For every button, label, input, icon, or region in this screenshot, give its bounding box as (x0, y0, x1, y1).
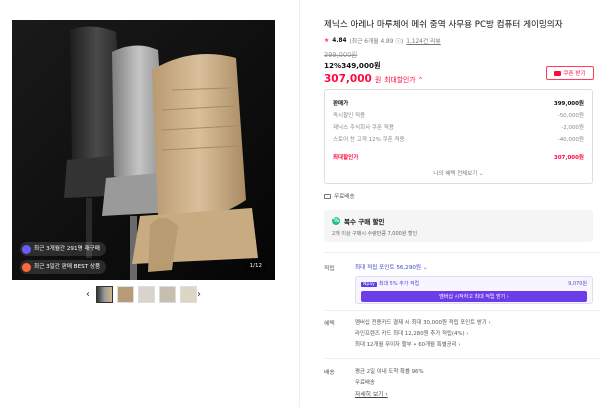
price-row-label: 스토어 찬 고객 12% 쿠폰 적용 (333, 137, 405, 143)
original-price: 399,000원 (324, 51, 358, 59)
discount-icon: % (332, 217, 340, 225)
coupon-button[interactable]: 쿠폰 받기 (546, 66, 594, 80)
divider (324, 310, 600, 311)
divider (324, 358, 600, 359)
product-info: 제닉스 아레나 마루체어 메쉬 중역 사무용 PC방 컴퓨터 게이밍의자 ★ 4… (311, 0, 600, 407)
star-icon: ★ (324, 37, 330, 44)
final-price-toggle[interactable]: 최대할인가 ⌃ (384, 74, 423, 84)
multi-buy-sub: 2개 이상 구매시 수량만큼 7,000원 할인 (332, 231, 418, 237)
discount-price: 12%349,000원 (324, 61, 381, 70)
price-row-label: 판매가 (333, 101, 349, 107)
rating-row: ★ 4.84 (최근 6개월 4.89 ⓘ) 1,124건 리뷰 (324, 36, 441, 46)
membership-text: 최대 5% 추가 적립 (378, 280, 420, 287)
product-title: 제닉스 아레나 마루체어 메쉬 중역 사무용 PC방 컴퓨터 게이밍의자 (324, 20, 563, 30)
rating-detail[interactable]: (최근 6개월 4.89 ⓘ) (350, 36, 404, 45)
membership-value: 9,070원 (568, 280, 587, 287)
membership-text-wrap: Npay 최대 5% 추가 적립 (361, 280, 419, 287)
price-row-label: 즉시할인 적용 (333, 113, 366, 119)
final-price: 307,000 원 최대할인가 ⌃ (324, 73, 423, 85)
prev-arrow-icon[interactable]: ‹ (86, 289, 90, 300)
price-row: 판매가 399,000원 (333, 97, 584, 109)
price-row-value: -2,000원 (561, 125, 584, 131)
best-seller-badge: 최근 3일간 판매 BEST 상품 (20, 260, 107, 274)
image-counter: 1/12 (244, 261, 267, 272)
thumbnail[interactable] (159, 286, 176, 303)
price-row: 스토어 찬 고객 12% 쿠폰 적용 -40,000원 (333, 133, 584, 145)
delivery-line: 평균 2일 이내 도착 확률 96% (355, 369, 424, 375)
delivery-free: 무료배송 (355, 380, 375, 386)
final-price-value: 307,000 (324, 73, 372, 85)
final-price-unit: 원 (374, 76, 382, 84)
next-arrow-icon[interactable]: › (197, 289, 201, 300)
price-row-value: -50,000원 (557, 113, 584, 119)
delivery-details-link[interactable]: 자세히 보기 › (355, 389, 388, 398)
delivery-label: 배송 (324, 370, 335, 376)
best-seller-text: 최근 3일간 판매 BEST 상품 (34, 264, 101, 270)
truck-icon (324, 193, 331, 199)
rating-score: 4.84 (332, 37, 347, 44)
price-row-value: 399,000원 (553, 101, 584, 107)
badge-dot-icon (22, 244, 31, 254)
total-value: 307,000원 (553, 155, 584, 161)
price-row: 즉시할인 적용 -50,000원 (333, 109, 584, 121)
total-label: 최대할인가 (333, 155, 359, 161)
thumbnail[interactable] (117, 286, 134, 303)
coupon-icon (554, 70, 562, 76)
chair-image (12, 20, 275, 280)
benefit-line[interactable]: 라인프렌즈 카드 최대 12,280원 추가 적립(4%) › (355, 329, 469, 337)
benefit-line[interactable]: 멤버십 전용카드 결제 시 최대 30,000원 적립 포인트 받기 › (355, 318, 491, 326)
repurchase-badge: 최근 3개월간 291명 재구매 (20, 242, 106, 256)
coupon-label: 쿠폰 받기 (563, 71, 586, 77)
benefit-line[interactable]: 최대 12개월 무이자 할부 • 60개월 특별공리 › (355, 340, 460, 348)
shipping-note-text: 무료배송 (334, 194, 355, 200)
product-photo[interactable]: 최근 3개월간 291명 재구매 최근 3일간 판매 BEST 상품 1/12 (12, 20, 275, 280)
npay-tag: Npay (361, 281, 377, 287)
thumbnail[interactable] (180, 286, 197, 303)
multi-buy-box: % 복수 구매 할인 2개 이상 구매시 수량만큼 7,000원 할인 (324, 210, 593, 242)
badge-dot-icon (22, 262, 31, 272)
membership-top: Npay 최대 5% 추가 적립 9,070원 (356, 277, 592, 289)
points-line[interactable]: 최대 적립 포인트 56,290원 ⌄ (355, 263, 428, 271)
divider (324, 252, 600, 253)
thumbnail[interactable] (138, 286, 155, 303)
price-row-value: -40,000원 (557, 137, 584, 143)
benefits-label: 혜택 (324, 321, 335, 327)
review-count-link[interactable]: 1,124건 리뷰 (406, 36, 440, 45)
total-row: 최대할인가 307,000원 (333, 151, 584, 163)
price-row-label: 제닉스 주식회사 쿠폰 적용 (333, 125, 394, 131)
repurchase-text: 최근 3개월간 291명 재구매 (34, 246, 100, 252)
shipping-note: 무료배송 (324, 192, 355, 200)
membership-box: Npay 최대 5% 추가 적립 9,070원 멤버십 시작하고 최대 적립 받기… (355, 276, 593, 304)
membership-button[interactable]: 멤버십 시작하고 최대 적립 받기 › (361, 291, 587, 302)
gallery-pane: 최근 3개월간 291명 재구매 최근 3일간 판매 BEST 상품 1/12 … (0, 0, 300, 407)
thumbnail[interactable] (96, 286, 113, 303)
points-label: 적립 (324, 266, 335, 272)
view-all-benefits[interactable]: 나의 혜택 전체보기 ⌄ (325, 169, 592, 177)
price-row: 제닉스 주식회사 쿠폰 적용 -2,000원 (333, 121, 584, 133)
price-breakdown: 판매가 399,000원 즉시할인 적용 -50,000원 제닉스 주식회사 쿠… (324, 89, 593, 184)
multi-buy-title-text: 복수 구매 할인 (344, 218, 385, 226)
multi-buy-title: % 복수 구매 할인 (332, 216, 585, 226)
thumbnail-strip (96, 286, 197, 303)
